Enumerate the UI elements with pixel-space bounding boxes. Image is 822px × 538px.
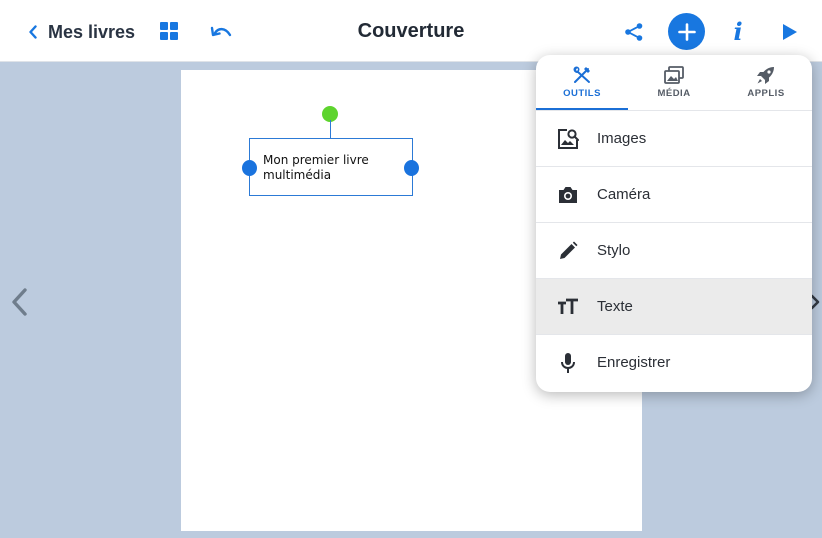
text-box-content[interactable]: Mon premier livre multimédia: [263, 153, 403, 183]
text-icon: [558, 298, 578, 314]
share-icon: [625, 23, 643, 41]
play-button[interactable]: [780, 21, 800, 43]
image-search-icon: [558, 129, 579, 149]
grid-icon: [160, 22, 178, 40]
previous-page-button[interactable]: [6, 286, 32, 318]
tab-media-label: MÉDIA: [657, 88, 691, 99]
active-tab-indicator: [536, 108, 628, 110]
menu-item-text-label: Texte: [597, 298, 633, 315]
pen-icon: [560, 241, 578, 259]
menu-item-pen-label: Stylo: [597, 242, 631, 259]
menu-item-record-label: Enregistrer: [597, 354, 671, 371]
resize-handle-left[interactable]: [242, 160, 257, 176]
top-bar: Mes livres Couverture i: [0, 0, 822, 62]
share-button[interactable]: [622, 20, 646, 44]
tab-applis-label: APPLIS: [747, 88, 785, 99]
info-icon: i: [733, 17, 743, 46]
menu-item-text[interactable]: Texte: [536, 279, 812, 335]
tab-outils[interactable]: OUTILS: [536, 55, 628, 111]
info-button[interactable]: i: [726, 17, 750, 47]
resize-handle-right[interactable]: [404, 160, 419, 176]
menu-tabs: OUTILS MÉDIA APPLIS: [536, 55, 812, 111]
menu-item-record[interactable]: Enregistrer: [536, 335, 812, 391]
media-icon: [664, 66, 684, 84]
menu-item-images-label: Images: [597, 130, 647, 147]
back-button-label: Mes livres: [48, 21, 136, 42]
tab-media[interactable]: MÉDIA: [628, 55, 720, 111]
tab-applis[interactable]: APPLIS: [720, 55, 812, 111]
microphone-icon: [561, 353, 575, 373]
camera-icon: [559, 187, 577, 203]
add-button[interactable]: [668, 13, 705, 50]
grid-view-button[interactable]: [159, 21, 179, 41]
tab-outils-label: OUTILS: [563, 88, 601, 99]
rocket-icon: [757, 67, 774, 84]
tools-icon: [573, 66, 590, 83]
undo-button[interactable]: [208, 20, 234, 44]
menu-item-images[interactable]: Images: [536, 111, 812, 167]
play-icon: [783, 24, 797, 40]
page-title: Couverture: [357, 20, 465, 42]
menu-item-pen[interactable]: Stylo: [536, 223, 812, 279]
back-button[interactable]: Mes livres: [28, 18, 135, 46]
chevron-left-icon: [12, 288, 27, 316]
menu-item-camera[interactable]: Caméra: [536, 167, 812, 223]
menu-item-camera-label: Caméra: [597, 186, 651, 203]
undo-icon: [210, 26, 232, 37]
plus-icon: [677, 22, 696, 41]
rotate-handle-stem: [330, 120, 331, 138]
chevron-left-icon: [29, 25, 37, 39]
text-box[interactable]: Mon premier livre multimédia: [249, 138, 413, 196]
add-content-menu: OUTILS MÉDIA APPLIS Images Caméra Stylo …: [536, 55, 812, 392]
